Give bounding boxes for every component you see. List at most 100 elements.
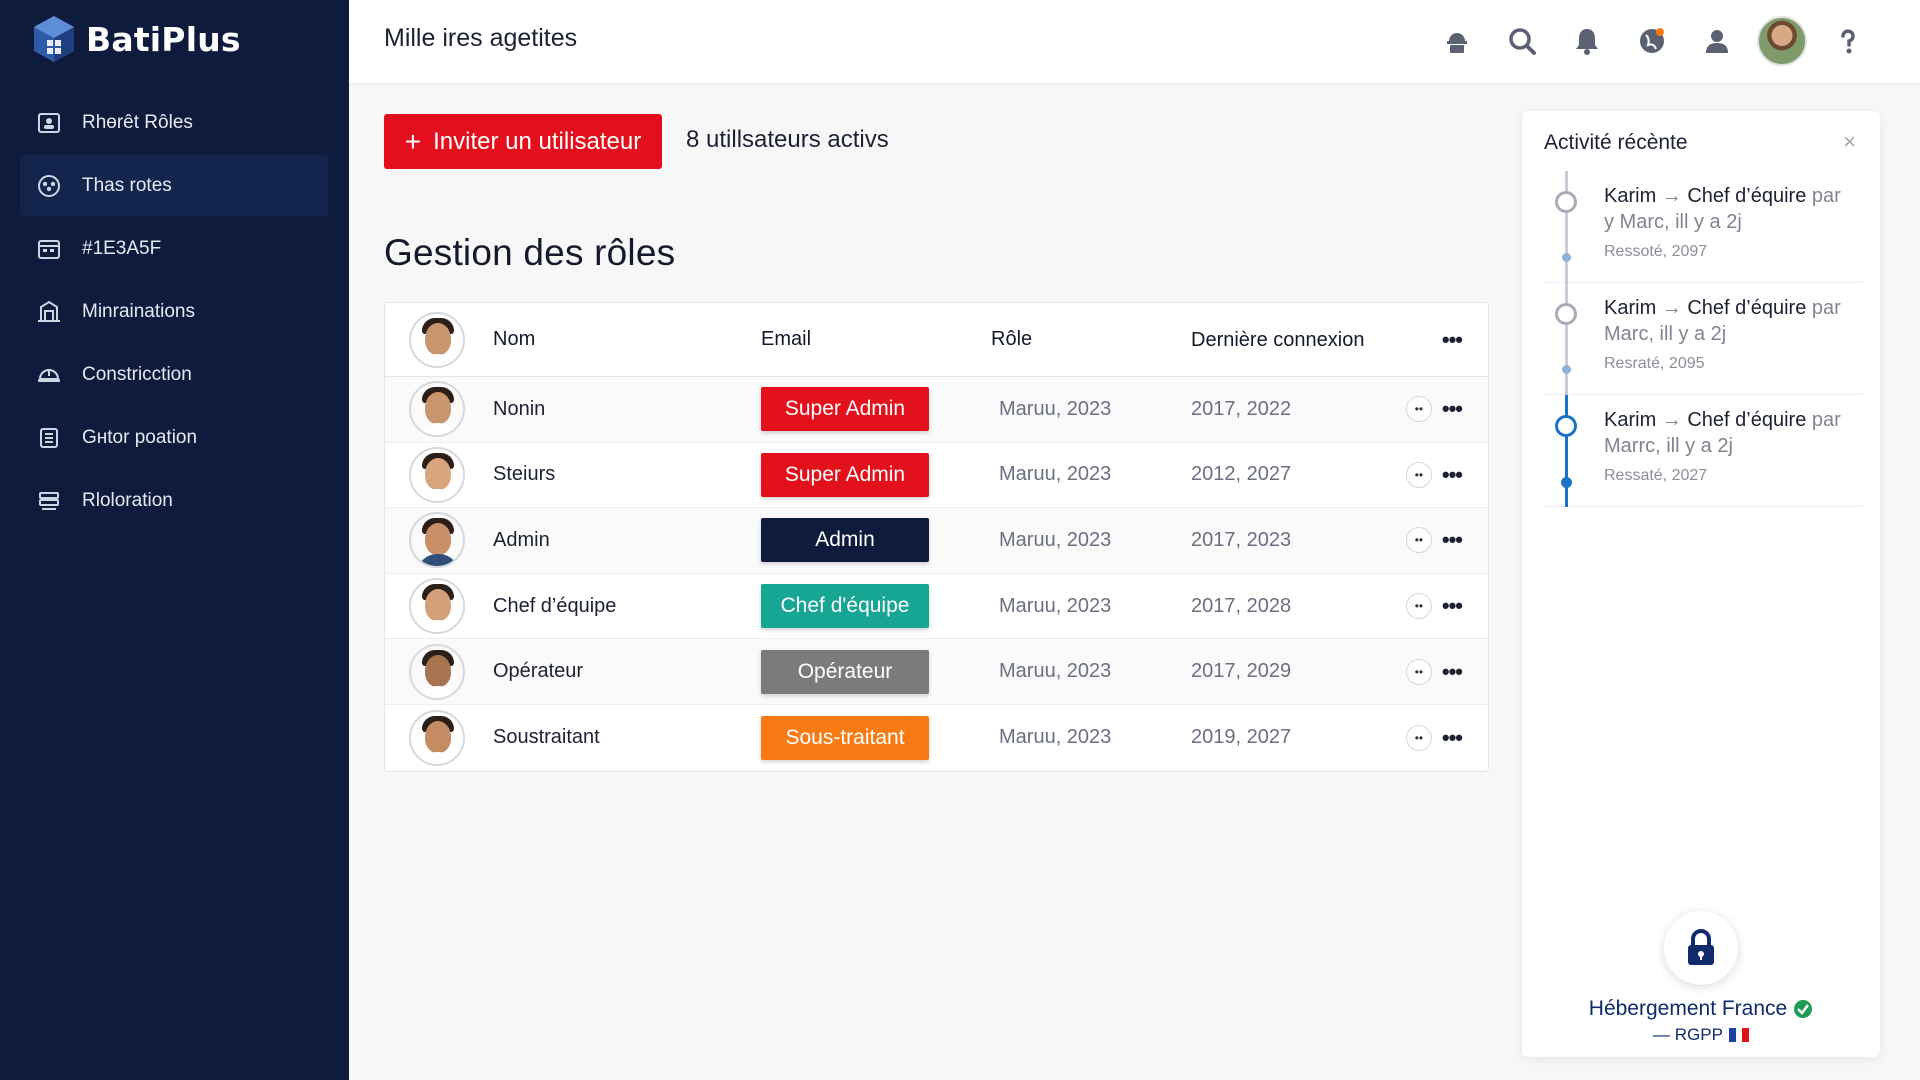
role-badge[interactable]: Super Admin	[761, 452, 929, 497]
sidebar: BatiPlus Rhөrêt Rôles Thas rotes #1E3A5F…	[0, 0, 349, 1080]
construction-icon[interactable]	[1424, 14, 1489, 68]
avatar-cell	[385, 578, 493, 635]
table-row[interactable]: Nonin Super Admin Maruu, 2023 2017, 2022…	[385, 377, 1488, 443]
more-options-icon[interactable]: •••	[1442, 398, 1463, 420]
activity-detail: Marc, ill y a 2j	[1604, 323, 1727, 345]
row-actions: •• •••	[1381, 396, 1488, 423]
user-icon[interactable]	[1684, 14, 1749, 68]
role-badge[interactable]: Opérateur	[761, 649, 929, 694]
role-date: Maruu, 2023	[999, 397, 1112, 420]
invite-user-button[interactable]: + Inviter un utilisateur	[384, 114, 662, 169]
arrow-icon: →	[1661, 185, 1682, 207]
more-options-icon[interactable]: •••	[1442, 529, 1463, 551]
activity-user: Karim	[1604, 409, 1657, 431]
timeline-dot-icon	[1562, 253, 1571, 262]
activity-text: Karim → Chef d’équire par y Marc, ill y …	[1604, 183, 1862, 235]
more-options-icon[interactable]: •••	[1442, 660, 1463, 683]
group-icon	[36, 173, 62, 199]
role-date: Maruu, 2023	[999, 660, 1112, 683]
lock-icon	[1664, 911, 1738, 985]
activity-par: par	[1811, 409, 1841, 431]
roles-table: Nom Email Rôle Dernière connexion ••• No…	[384, 302, 1489, 772]
activity-item[interactable]: Karim → Chef d’équire par Marrc, ill y a…	[1544, 395, 1862, 507]
avatar-cell	[385, 643, 493, 700]
timeline-node-icon	[1555, 415, 1577, 437]
column-header-name[interactable]: Nom	[493, 328, 761, 351]
table-row[interactable]: Soustraitant Sous-traitant Maruu, 2023 2…	[385, 705, 1488, 771]
avatar	[409, 446, 465, 503]
more-options-icon[interactable]: •••	[1442, 595, 1463, 617]
activity-item[interactable]: Karim → Chef d’équire par y Marc, ill y …	[1544, 171, 1862, 283]
sidebar-item-color[interactable]: #1E3A5F	[20, 218, 328, 279]
brand[interactable]: BatiPlus	[32, 14, 241, 64]
activity-timeline: Karim → Chef d’équire par y Marc, ill y …	[1544, 171, 1862, 507]
page-title: Gestion des rôles	[384, 232, 676, 273]
quick-action-icon[interactable]: ••	[1405, 593, 1432, 620]
more-options-icon[interactable]: •••	[1442, 328, 1463, 351]
user-name: Chef d’équipe	[493, 594, 617, 617]
sidebar-item-minrainations[interactable]: Minrainations	[20, 281, 328, 342]
help-icon[interactable]	[1815, 14, 1880, 68]
timeline-node-icon	[1555, 191, 1577, 213]
last-login: 2017, 2028	[1191, 594, 1292, 617]
avatar	[409, 381, 465, 438]
timeline-line	[1565, 395, 1568, 507]
row-actions: •• •••	[1381, 658, 1488, 685]
column-header-last-login[interactable]: Dernière connexion	[1191, 328, 1381, 352]
role-badge[interactable]: Admin	[761, 518, 929, 563]
user-name: Admin	[493, 528, 550, 551]
more-options-icon[interactable]: •••	[1442, 463, 1463, 486]
activity-item[interactable]: Karim → Chef d’équire par Marc, ill y a …	[1544, 283, 1862, 395]
role-badge-cell: Admin	[761, 518, 991, 563]
column-header-role[interactable]: Rôle	[991, 328, 1191, 351]
sidebar-item-loloration[interactable]: Rloloration	[20, 470, 328, 531]
table-row[interactable]: Steiurs Super Admin Maruu, 2023 2012, 20…	[385, 443, 1488, 509]
bell-icon[interactable]	[1554, 14, 1619, 68]
arrow-icon: →	[1661, 409, 1682, 431]
sidebar-item-teams[interactable]: Thas rotes	[20, 155, 328, 216]
activity-par: par	[1811, 185, 1841, 207]
more-options-icon[interactable]: •••	[1442, 726, 1463, 749]
quick-action-icon[interactable]: ••	[1405, 527, 1432, 554]
sidebar-item-label: Constricction	[82, 363, 192, 385]
sidebar-item-label: Rloloration	[82, 489, 173, 511]
header-actions: •••	[1381, 328, 1488, 351]
avatar	[409, 578, 465, 635]
activity-role: Chef d’équire	[1687, 297, 1807, 319]
sidebar-item-label: Thas rotes	[82, 174, 172, 196]
last-login: 2012, 2027	[1191, 463, 1292, 486]
role-badge[interactable]: Sous-traitant	[761, 715, 929, 760]
hosting-title: Hébergement France	[1588, 997, 1788, 1020]
activity-role: Chef d’équire	[1687, 409, 1807, 431]
table-row[interactable]: Opérateur Opérateur Maruu, 2023 2017, 20…	[385, 639, 1488, 705]
avatar-cell	[385, 446, 493, 503]
badge-icon	[36, 110, 62, 136]
role-badge[interactable]: Chef d'équipe	[761, 584, 929, 629]
sidebar-item-construction[interactable]: Constricction	[20, 344, 328, 405]
sidebar-item-gestion[interactable]: Gнtor poation	[20, 407, 328, 468]
globe-icon[interactable]	[1619, 14, 1684, 68]
close-icon[interactable]: ×	[1843, 129, 1856, 155]
column-header-email[interactable]: Email	[761, 328, 991, 351]
quick-action-icon[interactable]: ••	[1405, 396, 1432, 423]
table-body: Nonin Super Admin Maruu, 2023 2017, 2022…	[385, 377, 1488, 771]
crane-icon	[36, 299, 62, 325]
brand-name: BatiPlus	[86, 19, 241, 59]
sidebar-item-roles[interactable]: Rhөrêt Rôles	[20, 92, 328, 153]
search-icon[interactable]	[1489, 14, 1554, 68]
avatar	[409, 709, 465, 766]
quick-action-icon[interactable]: ••	[1405, 724, 1432, 751]
last-login: 2017, 2029	[1191, 660, 1292, 683]
user-avatar[interactable]	[1757, 16, 1807, 66]
table-row[interactable]: Admin Admin Maruu, 2023 2017, 2023 •• ••…	[385, 508, 1488, 574]
hosting-title-row: Hébergement France	[1522, 997, 1880, 1021]
quick-action-icon[interactable]: ••	[1405, 658, 1432, 685]
role-badge[interactable]: Super Admin	[761, 387, 929, 432]
row-actions: •• •••	[1381, 461, 1488, 488]
activity-meta: Ressoté, 2097	[1604, 243, 1708, 260]
activity-text: Karim → Chef d’équire par Marc, ill y a …	[1604, 295, 1862, 347]
table-row[interactable]: Chef d’équipe Chef d'équipe Maruu, 2023 …	[385, 574, 1488, 640]
last-login: 2017, 2022	[1191, 397, 1292, 420]
quick-action-icon[interactable]: ••	[1405, 461, 1432, 488]
topbar-icons	[1424, 14, 1880, 68]
